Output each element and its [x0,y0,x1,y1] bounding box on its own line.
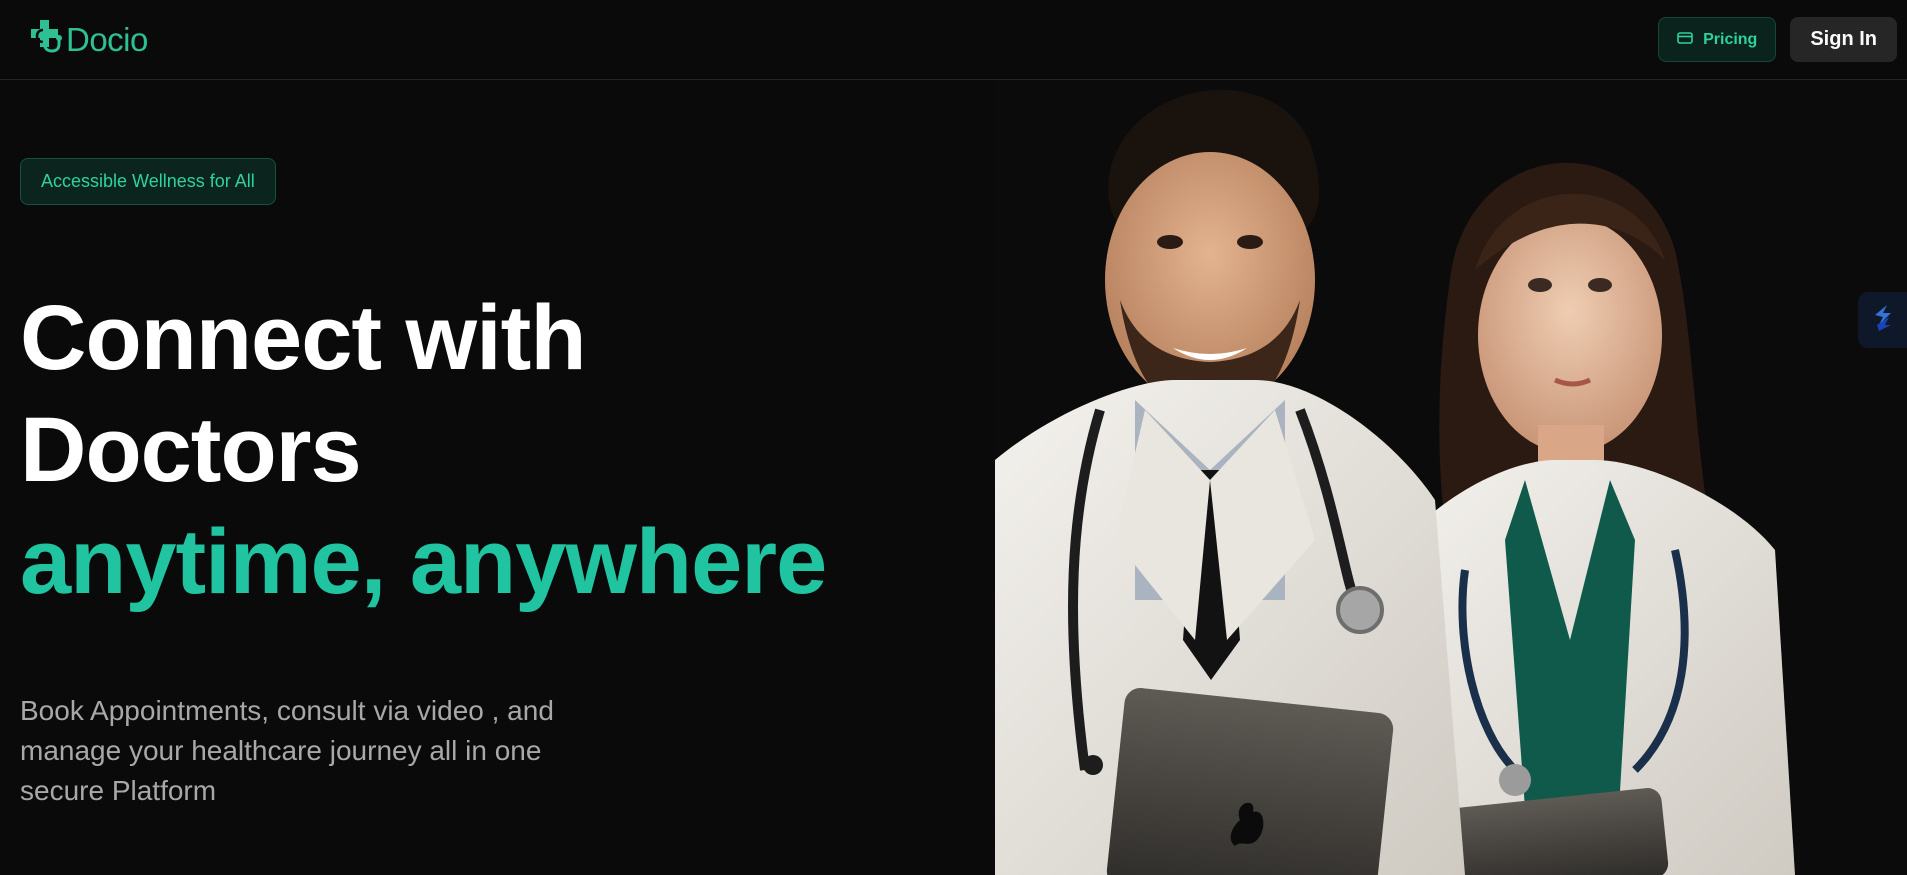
hero-headline: Connect with Doctors anytime, anywhere [20,282,827,618]
medical-cross-logo-icon [28,18,64,61]
male-doctor [995,89,1465,875]
lightning-icon [1869,303,1897,338]
credit-card-icon [1677,31,1693,49]
hero-badge: Accessible Wellness for All [20,158,276,205]
headline-line-2: Doctors [20,399,362,501]
doctors-hero-image [995,80,1907,875]
top-navbar: Docio Pricing Sign In [0,0,1907,80]
headline-accent: anytime, anywhere [20,511,827,613]
side-widget-button[interactable] [1858,292,1907,348]
hero-subtitle: Book Appointments, consult via video , a… [20,695,554,806]
brand-name: Docio [66,20,148,58]
brand-logo[interactable]: Docio [28,18,148,61]
headline-line-1: Connect with [20,287,587,389]
header-actions: Pricing Sign In [1658,17,1897,62]
pricing-button[interactable]: Pricing [1658,17,1777,62]
sign-in-button[interactable]: Sign In [1790,17,1897,62]
pricing-label: Pricing [1703,30,1758,48]
